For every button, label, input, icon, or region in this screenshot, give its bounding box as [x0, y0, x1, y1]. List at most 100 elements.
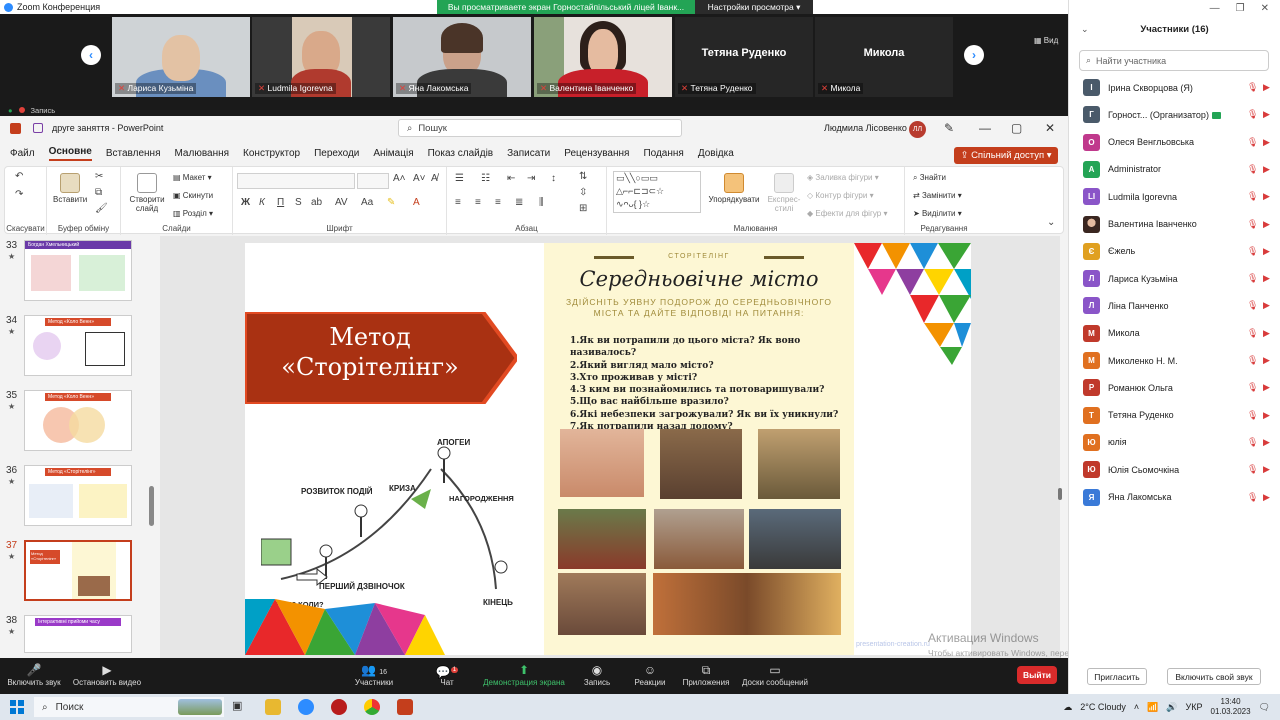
- slide-thumbnail-selected[interactable]: Метод «Сторітелінг»: [24, 540, 132, 601]
- font-size-select[interactable]: [357, 173, 389, 189]
- gallery-next-button[interactable]: ›: [964, 45, 984, 65]
- align-text-icon[interactable]: ⇳: [579, 187, 587, 198]
- copy-icon[interactable]: ⧉: [95, 187, 102, 198]
- align-center-icon[interactable]: ≡: [475, 197, 481, 208]
- participant-row[interactable]: М Миколенко Н. М. 🎙 ▶: [1069, 347, 1280, 374]
- cut-icon[interactable]: ✂: [95, 171, 103, 182]
- opera-icon[interactable]: [331, 699, 347, 715]
- underline-button[interactable]: П: [277, 197, 284, 208]
- restore-button[interactable]: ❐: [1236, 3, 1245, 14]
- pp-user-avatar[interactable]: ЛЛ: [909, 121, 926, 138]
- slide-thumbnail[interactable]: Метод «Коло Венн»: [24, 390, 132, 451]
- video-tile[interactable]: ✕ Ludmila Igorevna: [252, 17, 390, 97]
- video-tile[interactable]: Микола ✕ Микола: [815, 17, 953, 97]
- sections-button[interactable]: ▥ Розділ ▾: [173, 209, 213, 218]
- participants-button[interactable]: 👥 16 Участники: [350, 662, 398, 687]
- numbering-icon[interactable]: ☷: [481, 173, 490, 184]
- shadow-text-icon[interactable]: ab: [311, 197, 322, 208]
- slide-thumbnail[interactable]: Богдан Хмельницький: [24, 240, 132, 301]
- increase-font-icon[interactable]: A˄: [393, 173, 406, 184]
- clock[interactable]: 13:40 01.03.2023: [1211, 697, 1251, 717]
- pp-search-box[interactable]: ⌕ Пошук: [398, 119, 682, 137]
- chat-button[interactable]: 💬 1 Чат: [432, 662, 462, 687]
- participant-row[interactable]: Т Тетяна Руденко 🎙 ▶: [1069, 402, 1280, 429]
- maximize-button[interactable]: ▢: [1011, 121, 1022, 135]
- tab-help[interactable]: Довідка: [698, 148, 734, 159]
- paste-button[interactable]: Вставити: [53, 173, 87, 204]
- chrome-icon[interactable]: [364, 699, 380, 715]
- reactions-button[interactable]: ☺ Реакции: [632, 662, 668, 687]
- chevron-up-icon[interactable]: ˄: [1134, 702, 1139, 712]
- language-indicator[interactable]: УКР: [1186, 702, 1203, 712]
- slide-thumbnail[interactable]: Метод «Сторітелінг»: [24, 465, 132, 526]
- align-left-icon[interactable]: ≡: [455, 197, 461, 208]
- participant-row[interactable]: LI Ludmila Igorevna 🎙 ▶: [1069, 183, 1280, 210]
- strikethrough-button[interactable]: S: [295, 197, 302, 208]
- tab-record[interactable]: Записати: [507, 148, 550, 159]
- change-case-icon[interactable]: Aa: [361, 197, 373, 208]
- smartart-icon[interactable]: ⊞: [579, 203, 587, 214]
- powerpoint-taskbar-icon[interactable]: [397, 699, 413, 715]
- participant-row[interactable]: Р Романюк Ольга 🎙 ▶: [1069, 374, 1280, 401]
- share-button[interactable]: ⇪ Спільний доступ ▾: [954, 147, 1058, 164]
- tab-file[interactable]: Файл: [10, 148, 35, 159]
- video-tile[interactable]: ✕ Валентина Іванченко: [534, 17, 672, 97]
- record-button[interactable]: ◉ Запись: [580, 662, 614, 687]
- find-button[interactable]: ⌕ Знайти: [913, 173, 946, 183]
- format-painter-icon[interactable]: 🖌: [95, 203, 108, 214]
- tab-transitions[interactable]: Переходи: [314, 148, 359, 159]
- decrease-font-icon[interactable]: A˅: [413, 173, 426, 184]
- bullets-icon[interactable]: ☰: [455, 173, 464, 184]
- bold-button[interactable]: Ж: [241, 197, 250, 208]
- font-name-select[interactable]: [237, 173, 355, 189]
- current-slide[interactable]: Метод «Сторітелінг» АПОГЕЙ РОЗВИТОК ПОДІ…: [245, 243, 971, 655]
- participant-search-input[interactable]: ⌕ Найти участника: [1079, 50, 1269, 71]
- shape-fill-button[interactable]: ◈ Заливка фігури ▾: [807, 173, 879, 182]
- font-color-icon[interactable]: A: [413, 197, 420, 208]
- wifi-icon[interactable]: 📶: [1147, 702, 1158, 713]
- task-view-icon[interactable]: ▣: [232, 699, 248, 715]
- line-spacing-icon[interactable]: ↕: [551, 173, 556, 184]
- gallery-prev-button[interactable]: ‹: [81, 45, 101, 65]
- replace-button[interactable]: ⇄ Замінити ▾: [913, 191, 962, 200]
- participant-row[interactable]: О Олеся Венгльовська 🎙 ▶: [1069, 129, 1280, 156]
- arrange-button[interactable]: Упорядкувати: [705, 173, 763, 204]
- invite-button[interactable]: Пригласить: [1087, 668, 1147, 685]
- participant-row[interactable]: A Administrator 🎙 ▶: [1069, 156, 1280, 183]
- file-explorer-icon[interactable]: [265, 699, 281, 715]
- slide-thumbnail[interactable]: Інтерактивні прийоми часу: [24, 615, 132, 653]
- italic-button[interactable]: К: [259, 197, 265, 208]
- whiteboards-button[interactable]: ▭ Доски сообщений: [740, 662, 810, 687]
- volume-icon[interactable]: 🔊: [1166, 702, 1177, 713]
- participant-row[interactable]: Г Горност... (Организатор) 🎙 ▶: [1069, 101, 1280, 128]
- columns-icon[interactable]: ⫼: [539, 197, 544, 208]
- indent-increase-icon[interactable]: ⇥: [527, 173, 535, 184]
- indent-decrease-icon[interactable]: ⇤: [507, 173, 515, 184]
- reset-button[interactable]: ▣ Скинути: [173, 191, 213, 200]
- tab-animations[interactable]: Анімація: [373, 148, 413, 159]
- share-screen-button[interactable]: ⬆ Демонстрация экрана: [480, 662, 568, 687]
- participant-row[interactable]: Ю Юлія Сьомочкіна 🎙 ▶: [1069, 456, 1280, 483]
- start-button[interactable]: [10, 700, 24, 714]
- tab-insert[interactable]: Вставлення: [106, 148, 161, 159]
- notifications-icon[interactable]: 🗨: [1259, 702, 1270, 713]
- justify-icon[interactable]: ≣: [515, 197, 523, 208]
- align-right-icon[interactable]: ≡: [495, 197, 501, 208]
- participant-row[interactable]: Л Ліна Панченко 🎙 ▶: [1069, 292, 1280, 319]
- participant-row[interactable]: М Микола 🎙 ▶: [1069, 320, 1280, 347]
- highlight-icon[interactable]: ✎: [387, 197, 395, 208]
- new-slide-button[interactable]: Створити слайд: [127, 173, 167, 213]
- participant-row[interactable]: Я Яна Лакомська 🎙 ▶: [1069, 484, 1280, 511]
- view-button[interactable]: ▦ Вид: [1034, 36, 1058, 45]
- text-direction-icon[interactable]: ⇅: [579, 171, 587, 182]
- clear-format-icon[interactable]: A̸: [431, 173, 438, 184]
- close-button[interactable]: ✕: [1261, 3, 1269, 14]
- slide-scrollbar[interactable]: [1058, 488, 1062, 500]
- shape-effects-button[interactable]: ◆ Ефекти для фігур ▾: [807, 209, 887, 218]
- unmute-me-button[interactable]: Включить свой звук: [1167, 668, 1261, 685]
- thumbnail-scrollbar[interactable]: [149, 486, 154, 526]
- pen-icon[interactable]: ✎: [944, 121, 954, 135]
- participant-row[interactable]: І Ірина Скворцова (Я) 🎙 ▶: [1069, 74, 1280, 101]
- ribbon-collapse-icon[interactable]: ⌄: [1047, 217, 1055, 228]
- tab-home[interactable]: Основне: [48, 146, 92, 161]
